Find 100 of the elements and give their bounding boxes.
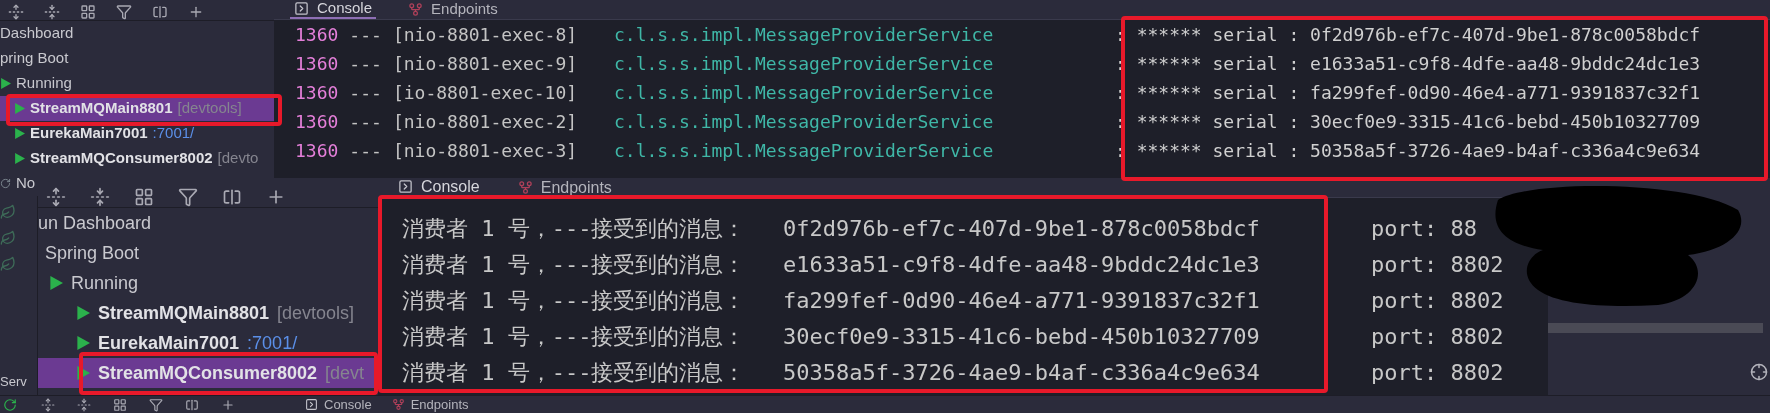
tree-label: No [16,173,36,194]
crosshair-icon[interactable] [1750,363,1768,381]
tree-suffix: :7001/ [247,331,298,355]
fork-icon [517,180,533,195]
split-icon[interactable] [185,397,199,412]
tree-item[interactable]: EurekaMain7001 :7001/ [38,328,298,358]
port-label: port: 88 [1371,214,1477,243]
tab-label: Endpoints [410,395,469,413]
fold-icon[interactable] [44,4,60,20]
port-label: port: 8802 [1371,322,1504,351]
tree-label: Running [71,271,139,295]
thread-name: [io-8801-exec-10] [392,81,578,105]
tree-item[interactable]: Running [0,71,72,96]
play-icon [0,78,11,89]
terminal-icon [398,179,413,194]
filter-icon[interactable] [178,187,198,207]
tree-suffix: :7001/ [152,123,195,144]
message-id: fa299fef-0d90-46e4-a771-9391837c32f1 [783,286,1261,315]
tab-label: Endpoints [431,0,498,20]
refresh-icon [0,178,11,189]
log-separator: --- [349,139,382,163]
fold-icon[interactable] [77,397,91,412]
tab-label: Console [317,0,373,19]
refresh-icon[interactable] [3,397,17,412]
log-separator: --- [349,110,382,134]
tree-label: StreamMQConsumer8002 [30,148,213,169]
logger-name: c.l.s.s.impl.MessageProviderService [614,23,995,47]
split-icon[interactable] [222,187,242,207]
process-id: 1360 [295,23,339,47]
consumer-label: 消费者 1 号，---接受到的消息： [402,322,747,351]
filter-icon[interactable] [149,397,163,412]
leaf-icon [0,256,16,272]
tree-item[interactable]: un Dashboard [38,208,152,238]
tree-item[interactable]: Dashboard [0,21,74,46]
logger-name: c.l.s.s.impl.MessageProviderService [614,81,995,105]
play-icon [76,366,90,380]
message-id: 0f2d976b-ef7c-407d-9be1-878c0058bdcf [783,214,1261,243]
tab-label: Endpoints [540,177,612,198]
thread-name: [nio-8801-exec-9] [392,52,578,76]
message-id: 50358a5f-3726-4ae9-b4af-c336a4c9e634 [783,358,1261,387]
grid-icon[interactable] [113,397,127,412]
play-icon [76,336,90,350]
unfold-icon[interactable] [46,187,66,207]
consumer-label: 消费者 1 号，---接受到的消息： [402,358,747,387]
console-tab[interactable]: Endpoints [391,394,469,413]
filter-icon[interactable] [116,4,132,20]
tree-label: StreamMQMain8801 [30,98,173,119]
thread-name: [nio-8801-exec-2] [392,110,578,134]
tree-item[interactable]: Running [38,268,139,298]
unfold-icon[interactable] [41,397,55,412]
tree-label: EurekaMain7001 [30,123,148,144]
tree-item[interactable]: Spring Boot [38,238,140,268]
process-id: 1360 [295,52,339,76]
fork-icon [408,2,424,17]
log-separator: --- [349,23,382,47]
log-separator: --- [349,52,382,76]
port-label: port: 8802 [1371,286,1504,315]
scrollbar[interactable] [1548,323,1763,333]
tree-suffix: [devt [325,361,365,385]
tree-suffix: [devtools] [177,98,242,119]
play-icon [76,306,90,320]
unfold-icon[interactable] [8,4,24,20]
play-icon [14,103,25,114]
tree-item[interactable]: StreamMQConsumer8002 [devto [0,146,259,171]
tree-item[interactable]: StreamMQMain8801 [devtools] [0,96,274,121]
fork-icon [391,398,405,411]
tree-suffix: [devtools] [277,301,355,325]
plus-icon[interactable] [188,4,204,20]
console-tab[interactable]: Endpoints [513,178,616,197]
play-icon [14,153,25,164]
fold-icon[interactable] [90,187,110,207]
tree-item[interactable]: EurekaMain7001 :7001/ [0,121,195,146]
process-id: 1360 [295,110,339,134]
logger-name: c.l.s.s.impl.MessageProviderService [614,52,995,76]
consumer-label: 消费者 1 号，---接受到的消息： [402,286,747,315]
message-id: 30ecf0e9-3315-41c6-bebd-450b10327709 [783,322,1261,351]
process-id: 1360 [295,81,339,105]
terminal-icon [294,1,309,16]
tab-label: Console [324,395,372,413]
plus-icon[interactable] [221,397,235,412]
tree-label: Running [16,73,72,94]
console-tab[interactable]: Console [290,0,377,19]
log-separator: --- [349,81,382,105]
tree-item[interactable]: No [0,171,36,196]
tree-label: EurekaMain7001 [98,331,240,355]
play-icon [49,276,63,290]
tree-label: StreamMQConsumer8002 [98,361,318,385]
console-tab[interactable]: Endpoints [404,0,502,19]
tree-item[interactable]: StreamMQMain8801 [devtools] [38,298,355,328]
console-tab[interactable]: Console [394,178,484,197]
console-tab[interactable]: Console [305,394,372,413]
panel-label: Serv [0,373,27,392]
consumer-label: 消费者 1 号，---接受到的消息： [402,214,747,243]
thread-name: [nio-8801-exec-8] [392,23,578,47]
split-icon[interactable] [152,4,168,20]
grid-icon[interactable] [80,4,96,20]
thread-name: [nio-8801-exec-3] [392,139,578,163]
tree-item[interactable]: pring Boot [0,46,69,71]
grid-icon[interactable] [134,187,154,207]
logger-name: c.l.s.s.impl.MessageProviderService [614,110,995,134]
